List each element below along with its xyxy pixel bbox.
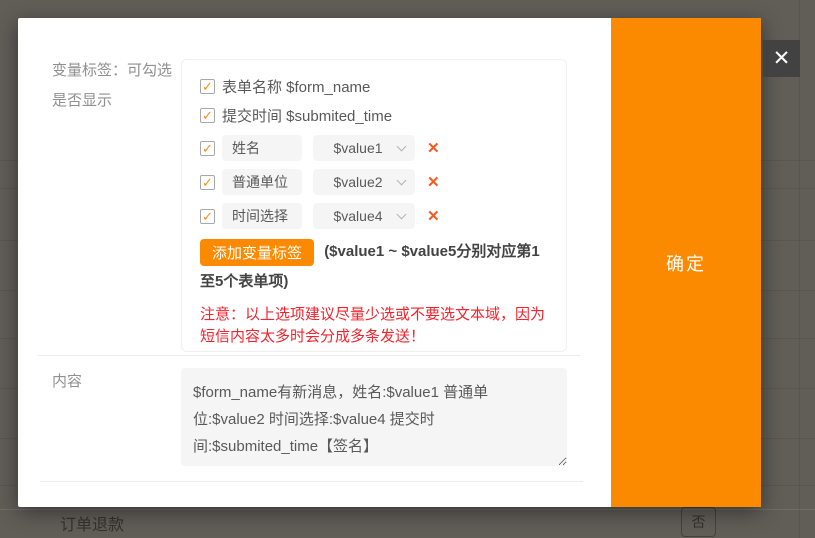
submit-time-row: ✓ 提交时间 $submited_time (200, 105, 554, 126)
chevron-down-icon (397, 142, 407, 152)
value-select[interactable]: $value4 (313, 203, 415, 229)
bg-row-label-order-refund: 订单退款 (60, 511, 124, 535)
bg-order-refund-no-button[interactable]: 否 (681, 507, 716, 537)
sms-content-textarea[interactable]: $form_name有新消息，姓名:$value1 普通单位:$value2 时… (181, 368, 567, 466)
value-select[interactable]: $value2 (313, 169, 415, 195)
value-select-label: $value2 (333, 174, 382, 190)
variable-tags-box: ✓ 表单名称 $form_name ✓ 提交时间 $submited_time … (181, 59, 567, 352)
field-checkbox[interactable]: ✓ (200, 175, 215, 190)
form-name-checkbox[interactable]: ✓ (200, 79, 215, 94)
chevron-down-icon (397, 210, 407, 220)
content-label: 内容 (52, 370, 82, 391)
sms-length-warning: 注意：以上选项建议尽量少选或不要选文本域，因为短信内容太多时会分成多条发送！ (200, 304, 554, 348)
screen: 订单退款 否 变量标签：可勾选是否显示 ✓ 表单名称 $form_name ✓ … (0, 0, 815, 538)
chevron-down-icon (397, 176, 407, 186)
close-icon: ✕ (773, 48, 791, 69)
remove-row-icon[interactable]: ✕ (427, 209, 440, 224)
form-name-row: ✓ 表单名称 $form_name (200, 76, 554, 97)
remove-row-icon[interactable]: ✕ (427, 175, 440, 190)
variable-field-row: ✓ 普通单位 $value2 ✕ (200, 169, 554, 195)
variable-field-row: ✓ 时间选择 $value4 ✕ (200, 203, 554, 229)
submit-time-checkbox[interactable]: ✓ (200, 108, 215, 123)
field-name-box[interactable]: 姓名 (222, 135, 302, 161)
bg-table-column-divider (799, 0, 800, 538)
check-icon: ✓ (202, 80, 213, 93)
variable-field-row: ✓ 姓名 $value1 ✕ (200, 135, 554, 161)
field-name-box[interactable]: 时间选择 (222, 203, 302, 229)
section-divider (38, 355, 580, 356)
check-icon: ✓ (202, 142, 213, 155)
form-name-label: 表单名称 $form_name (222, 76, 370, 97)
check-icon: ✓ (202, 109, 213, 122)
confirm-panel[interactable]: 确定 (611, 18, 761, 507)
value-select-label: $value1 (333, 140, 382, 156)
add-variable-row: 添加变量标签 ($value1 ~ $value5分别对应第1至5个表单项) (200, 237, 554, 297)
check-icon: ✓ (202, 176, 213, 189)
value-select-label: $value4 (333, 208, 382, 224)
field-name-box[interactable]: 普通单位 (222, 169, 302, 195)
field-checkbox[interactable]: ✓ (200, 209, 215, 224)
remove-row-icon[interactable]: ✕ (427, 141, 440, 156)
value-select[interactable]: $value1 (313, 135, 415, 161)
close-button[interactable]: ✕ (763, 40, 800, 77)
add-variable-tag-button[interactable]: 添加变量标签 (200, 239, 314, 266)
sms-variable-settings-dialog: 变量标签：可勾选是否显示 ✓ 表单名称 $form_name ✓ 提交时间 $s… (18, 18, 761, 507)
confirm-button[interactable]: 确定 (666, 250, 706, 276)
field-checkbox[interactable]: ✓ (200, 141, 215, 156)
submit-time-label: 提交时间 $submited_time (222, 105, 392, 126)
check-icon: ✓ (202, 210, 213, 223)
variable-tags-label: 变量标签：可勾选是否显示 (52, 56, 176, 116)
section-divider (40, 481, 583, 482)
